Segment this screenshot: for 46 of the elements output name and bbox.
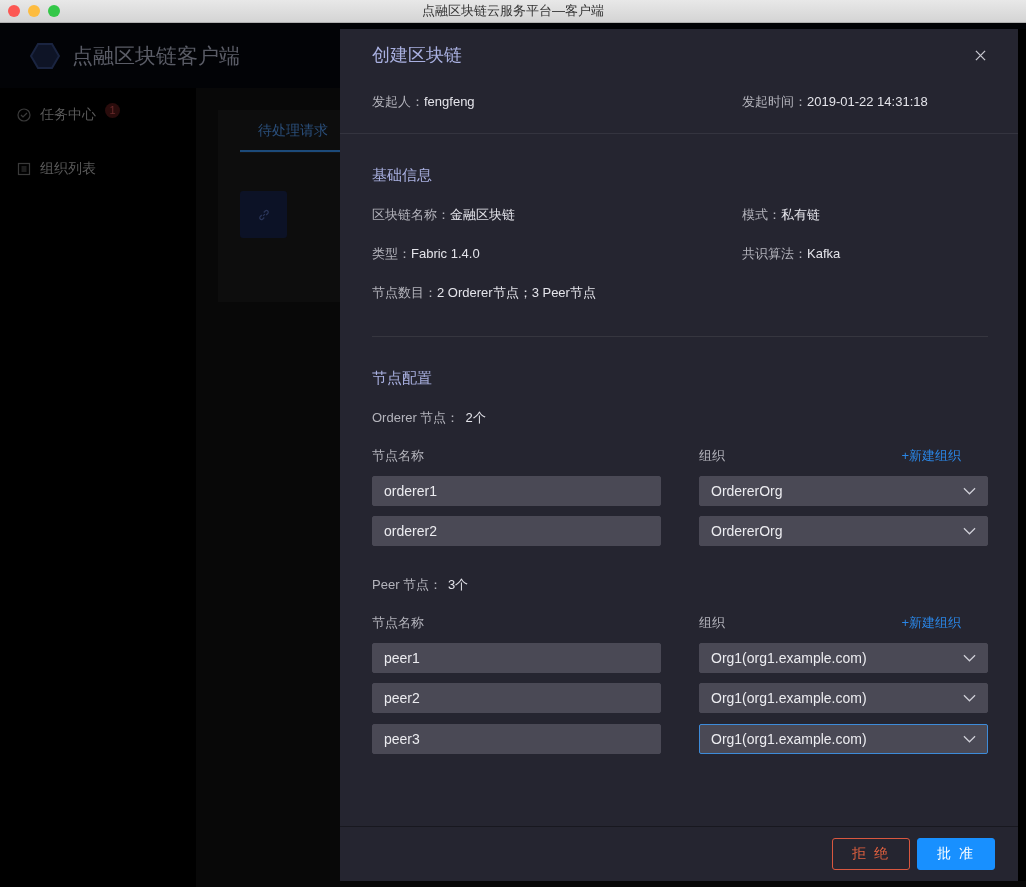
org-select[interactable]: Org1(org1.example.com) xyxy=(699,643,988,673)
section-heading: 基础信息 xyxy=(372,166,433,185)
info-field: 区块链名称：金融区块链 xyxy=(372,206,742,224)
column-header: 组织 xyxy=(699,614,725,632)
org-select[interactable]: Org1(org1.example.com) xyxy=(699,683,988,713)
node-name-field[interactable]: orderer2 xyxy=(372,516,661,546)
meta-text: 发起人：fengfeng xyxy=(372,93,476,111)
node-count-text: Orderer 节点： 2个 xyxy=(372,409,487,427)
node-name-field[interactable]: peer2 xyxy=(372,683,661,713)
close-window-icon[interactable] xyxy=(8,5,20,17)
info-field: 模式：私有链 xyxy=(742,206,988,224)
chevron-down-icon xyxy=(963,654,976,662)
node-name-field[interactable]: peer1 xyxy=(372,643,661,673)
chevron-down-icon xyxy=(963,694,976,702)
link-icon xyxy=(256,207,271,222)
link-card[interactable] xyxy=(240,191,287,238)
hexagon-logo-icon xyxy=(30,42,60,69)
chevron-down-icon xyxy=(963,527,976,535)
column-header: 组织 xyxy=(699,447,725,465)
chevron-down-icon xyxy=(963,735,976,743)
window-title: 点融区块链云服务平台—客户端 xyxy=(422,2,604,20)
count-badge: 1 xyxy=(105,102,120,118)
meta-text: 发起时间：2019-01-22 14:31:18 xyxy=(742,93,929,111)
chevron-down-icon xyxy=(963,487,976,495)
org-select[interactable]: OrdererOrg xyxy=(699,516,988,546)
new-org-link[interactable]: +新建组织 xyxy=(901,614,961,632)
drawer-title: 创建区块链 xyxy=(372,44,462,67)
section-heading: 节点配置 xyxy=(372,369,433,388)
minimize-window-icon[interactable] xyxy=(28,5,40,17)
column-header: 节点名称 xyxy=(372,614,425,632)
reject-button[interactable]: 拒 绝 xyxy=(832,838,911,870)
list-icon xyxy=(17,162,31,176)
info-field: 节点数目：2 Orderer节点；3 Peer节点 xyxy=(372,284,742,302)
node-name-field[interactable]: peer3 xyxy=(372,724,661,754)
org-select[interactable]: Org1(org1.example.com) xyxy=(699,724,988,754)
info-field: 类型：Fabric 1.4.0 xyxy=(372,245,742,263)
info-field: 共识算法：Kafka xyxy=(742,245,988,263)
org-select[interactable]: OrdererOrg xyxy=(699,476,988,506)
new-org-link[interactable]: +新建组织 xyxy=(901,447,961,465)
zoom-window-icon[interactable] xyxy=(48,5,60,17)
close-icon[interactable] xyxy=(975,49,986,61)
column-header: 节点名称 xyxy=(372,447,425,465)
node-count-text: Peer 节点： 3个 xyxy=(372,576,470,594)
app-brand: 点融区块链客户端 xyxy=(72,42,240,69)
check-circle-icon xyxy=(17,108,31,122)
node-name-field[interactable]: orderer1 xyxy=(372,476,661,506)
